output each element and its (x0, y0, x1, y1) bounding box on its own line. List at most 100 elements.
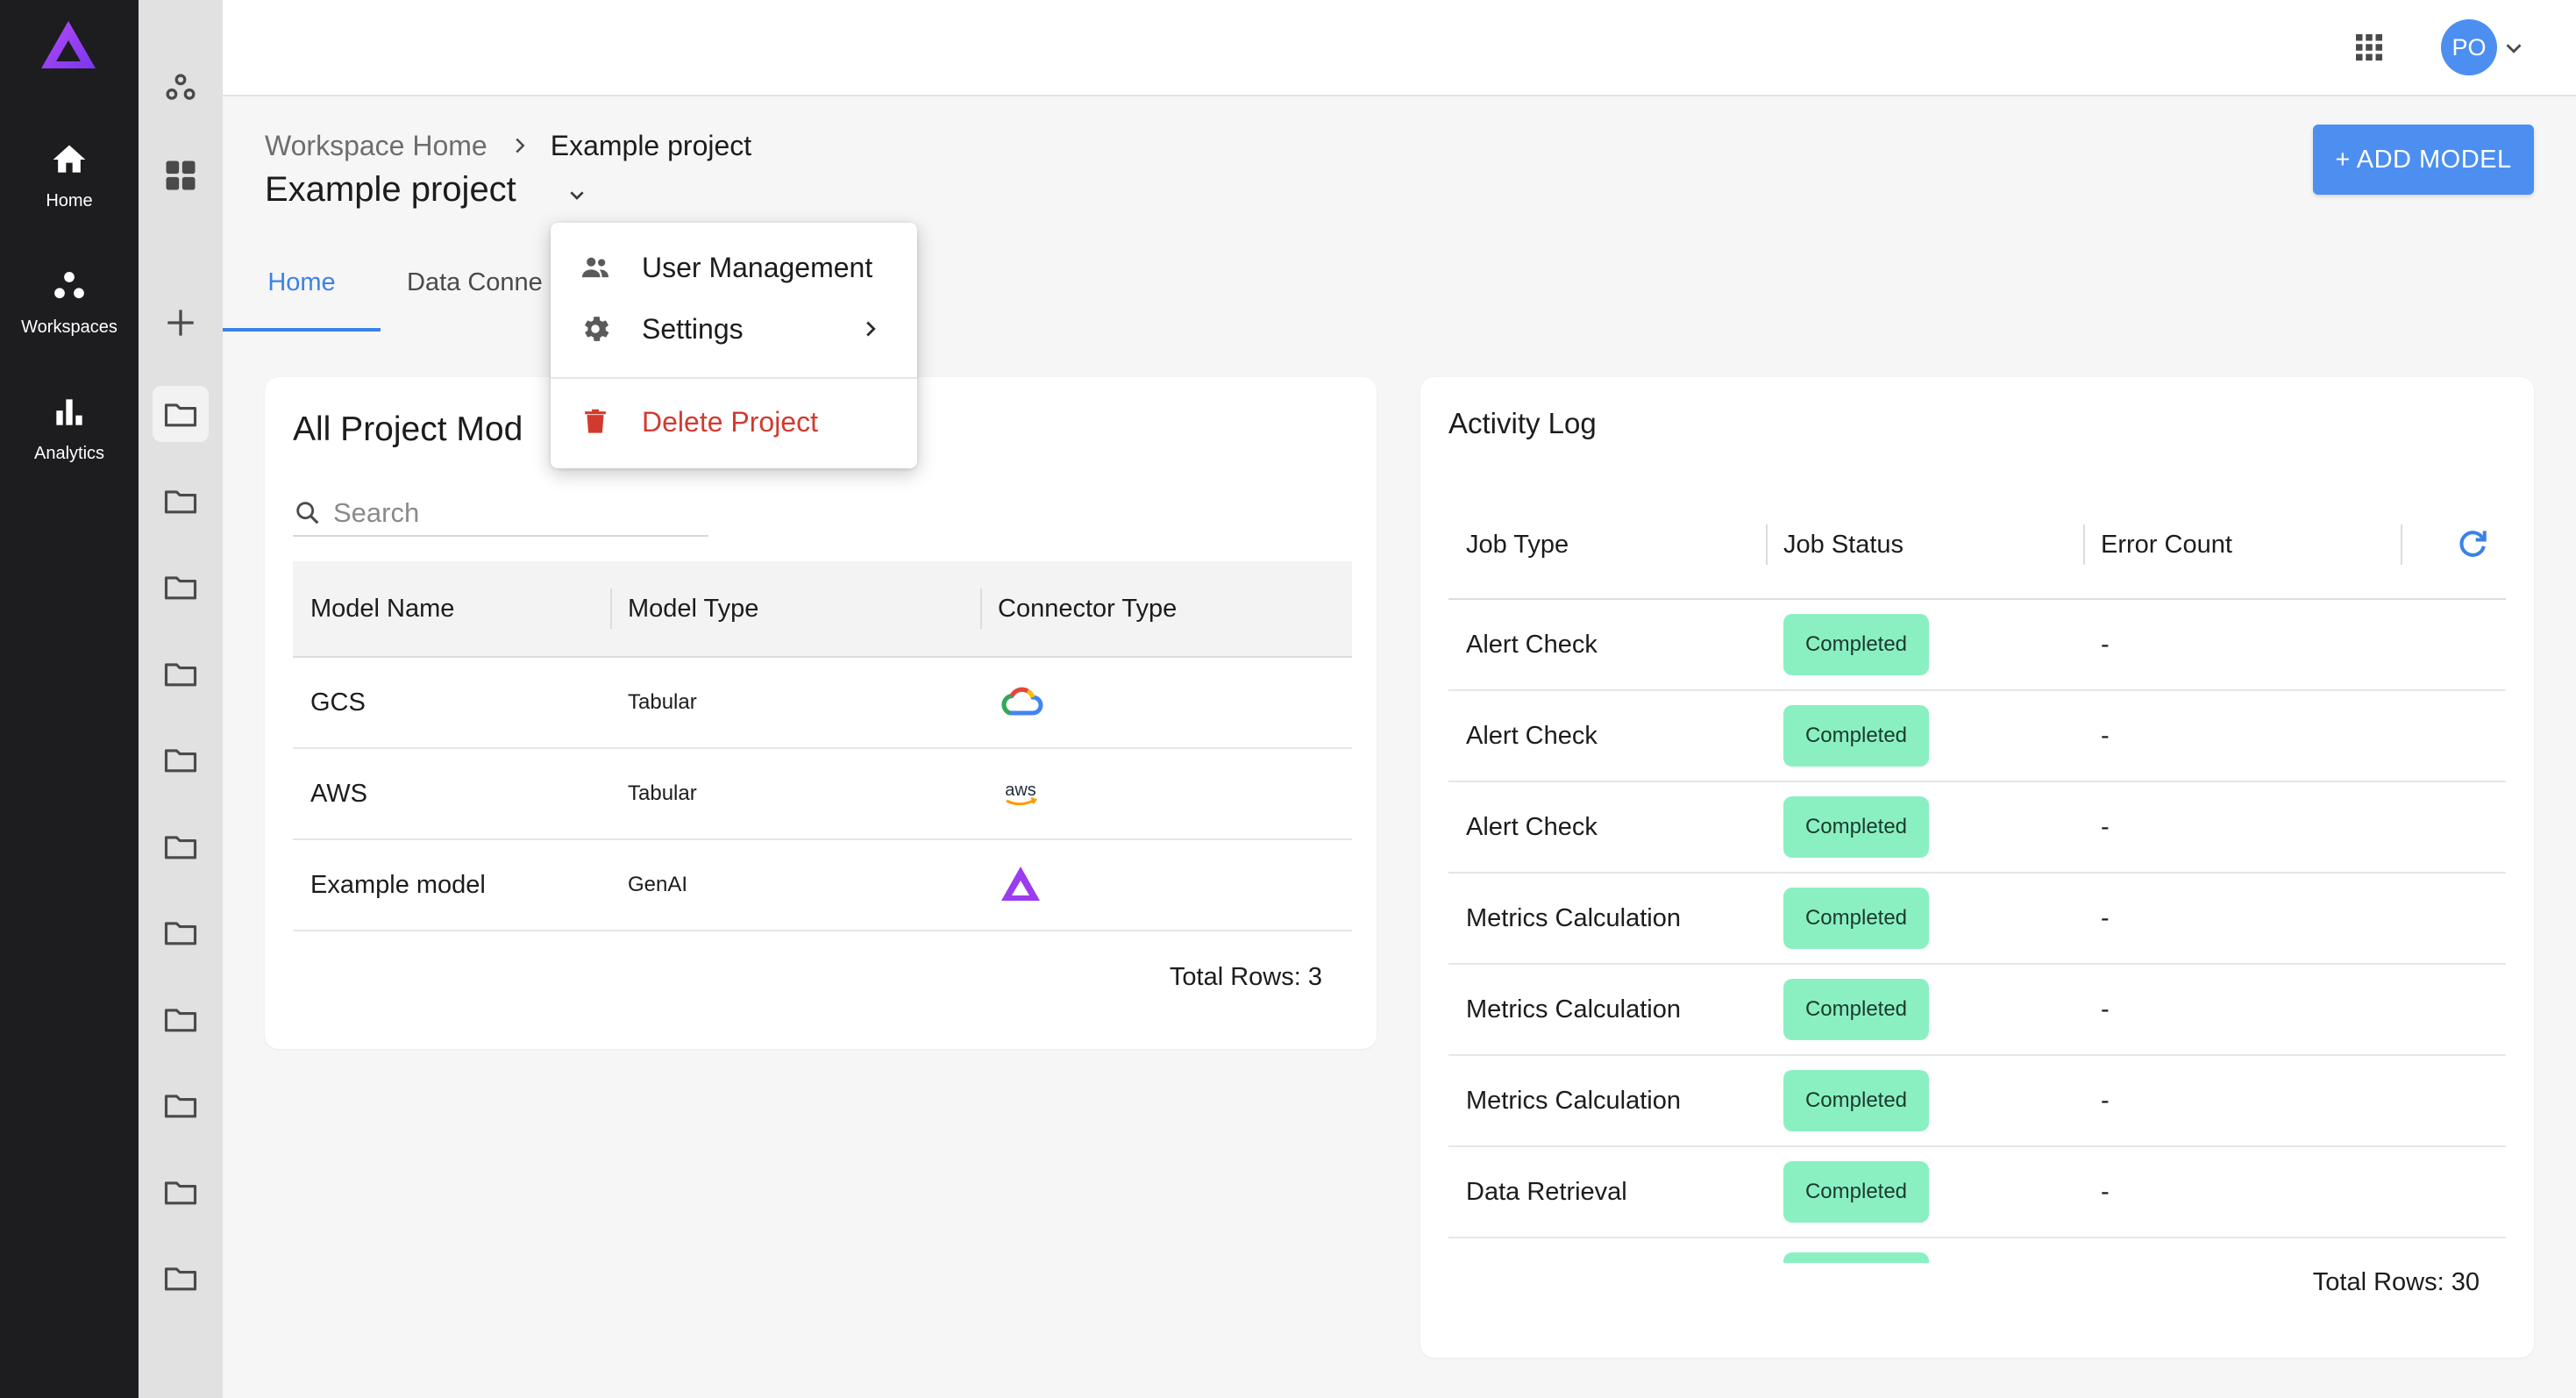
breadcrumb-current: Example project (550, 129, 752, 161)
column-header-model-type[interactable]: Model Type (610, 585, 980, 632)
connector-cell (980, 680, 1352, 725)
folder-icon (164, 922, 197, 945)
tab-data-connectors[interactable]: Data Conne (407, 268, 556, 332)
activity-table-header: Job Type Job Status Error Count (1448, 491, 2506, 600)
search-icon (296, 502, 319, 524)
activity-table-body[interactable]: Alert Check Completed - Alert Check Complete… (1448, 600, 2506, 1263)
job-status-cell: Completed (1766, 888, 2083, 949)
nav-workspaces-label: Workspaces (21, 317, 117, 337)
google-cloud-icon (1001, 687, 1043, 716)
folder-button[interactable] (153, 731, 209, 788)
nav-workspaces[interactable]: Workspaces (0, 249, 139, 354)
chevron-down-icon[interactable] (2501, 35, 2527, 61)
column-header-connector-type[interactable]: Connector Type (980, 585, 1352, 632)
nodes-button[interactable] (153, 60, 209, 116)
column-header-job-type[interactable]: Job Type (1448, 521, 1766, 568)
table-row[interactable]: Metrics Calculation Completed - (1448, 1056, 2506, 1147)
error-count-cell: - (2101, 1177, 2110, 1206)
model-type-cell: Tabular (628, 781, 697, 805)
folder-button[interactable] (153, 386, 209, 442)
folder-icon (164, 749, 197, 773)
breadcrumb-workspace-home[interactable]: Workspace Home (265, 130, 487, 162)
job-type-cell: Metrics Calculation (1466, 995, 1681, 1024)
menu-item-settings[interactable]: Settings (551, 298, 917, 360)
job-type-cell: Metrics Calculation (1466, 1086, 1681, 1115)
table-row[interactable]: Alert Check Completed - (1448, 600, 2506, 691)
table-row[interactable]: Metrics Calculation Completed - (1448, 874, 2506, 965)
menu-item-user-management[interactable]: User Management (551, 237, 917, 298)
folder-icon (164, 1267, 197, 1291)
folder-button[interactable] (153, 1164, 209, 1220)
table-row[interactable]: Metrics Calculation Completed - (1448, 965, 2506, 1056)
job-type-cell: Data Retrieval (1466, 1177, 1627, 1206)
error-count-cell: - (2101, 995, 2110, 1024)
svg-text:aws: aws (1005, 781, 1036, 800)
add-model-button[interactable]: + ADD MODEL (2313, 125, 2534, 195)
dashboard-button[interactable] (153, 147, 209, 203)
add-workspace-button[interactable] (153, 295, 209, 351)
table-row[interactable]: Alert Check Completed - (1448, 782, 2506, 874)
nav-home[interactable]: Home (0, 123, 139, 228)
nav-analytics[interactable]: Analytics (0, 375, 139, 481)
activity-card-title: Activity Log (1448, 407, 1597, 439)
status-badge: Completed (1783, 1070, 1929, 1131)
analytics-icon (56, 398, 82, 425)
nodes-icon (166, 74, 196, 100)
menu-item-settings-label: Settings (642, 312, 744, 345)
connector-cell (980, 862, 1352, 908)
table-row[interactable]: AWS Tabular aws (293, 749, 1352, 840)
table-row[interactable]: Example model GenAI (293, 840, 1352, 931)
column-header-model-name[interactable]: Model Name (293, 585, 610, 632)
table-row[interactable]: Alert Check Completed - (1448, 691, 2506, 782)
brand-logo-icon[interactable] (38, 18, 99, 74)
job-status-cell: Completed (1766, 796, 2083, 858)
people-icon (581, 257, 609, 278)
aws-icon: aws (1005, 781, 1037, 806)
activity-total-rows: Total Rows: 30 (2312, 1268, 2480, 1296)
refresh-icon[interactable] (2453, 525, 2492, 564)
user-avatar[interactable]: PO (2441, 19, 2497, 75)
folder-button[interactable] (153, 473, 209, 529)
status-badge: Completed (1783, 796, 1929, 858)
top-bar (223, 0, 2576, 96)
folder-button[interactable] (153, 991, 209, 1047)
job-status-cell: Completed (1766, 979, 2083, 1040)
status-badge: Completed (1783, 979, 1929, 1040)
table-row[interactable]: Completed (1448, 1238, 2506, 1263)
folder-button[interactable] (153, 818, 209, 874)
job-status-cell: Completed (1766, 705, 2083, 767)
menu-item-delete-project[interactable]: Delete Project (551, 391, 917, 453)
gear-icon (584, 317, 609, 341)
error-count-cell: - (2101, 812, 2110, 841)
models-table-header: Model Name Model Type Connector Type (293, 561, 1352, 658)
model-type-cell: Tabular (628, 690, 697, 714)
folder-button[interactable] (153, 1250, 209, 1306)
column-header-job-status[interactable]: Job Status (1766, 521, 2083, 568)
tab-home[interactable]: Home (223, 268, 381, 332)
job-status-cell: Completed (1766, 614, 2083, 675)
folder-icon (164, 1180, 197, 1204)
apps-grid-icon[interactable] (2353, 32, 2385, 63)
folder-icon (164, 662, 197, 686)
menu-divider (551, 377, 917, 379)
column-header-error-count[interactable]: Error Count (2083, 521, 2401, 568)
brand-triangle-icon (1001, 867, 1040, 901)
models-table: Model Name Model Type Connector Type GCS… (293, 561, 1352, 931)
menu-item-delete-project-label: Delete Project (642, 405, 818, 438)
table-row[interactable]: GCS Tabular (293, 658, 1352, 749)
folder-button[interactable] (153, 1077, 209, 1133)
folder-button[interactable] (153, 904, 209, 960)
connector-cell: aws (980, 771, 1352, 817)
project-menu-chevron-icon[interactable] (563, 181, 591, 209)
tab-data-connectors-label: Data Conne (407, 268, 543, 296)
search-input[interactable] (333, 497, 684, 529)
search-box (293, 491, 708, 537)
folder-button[interactable] (153, 559, 209, 615)
job-type-cell: Alert Check (1466, 630, 1598, 659)
refresh-column (2401, 521, 2506, 568)
folder-icon (164, 489, 197, 513)
folder-button[interactable] (153, 646, 209, 702)
table-row[interactable]: Data Retrieval Completed - (1448, 1147, 2506, 1238)
activity-log-card: Activity Log Job Type Job Status Error C… (1420, 377, 2534, 1358)
trash-icon (585, 409, 606, 433)
